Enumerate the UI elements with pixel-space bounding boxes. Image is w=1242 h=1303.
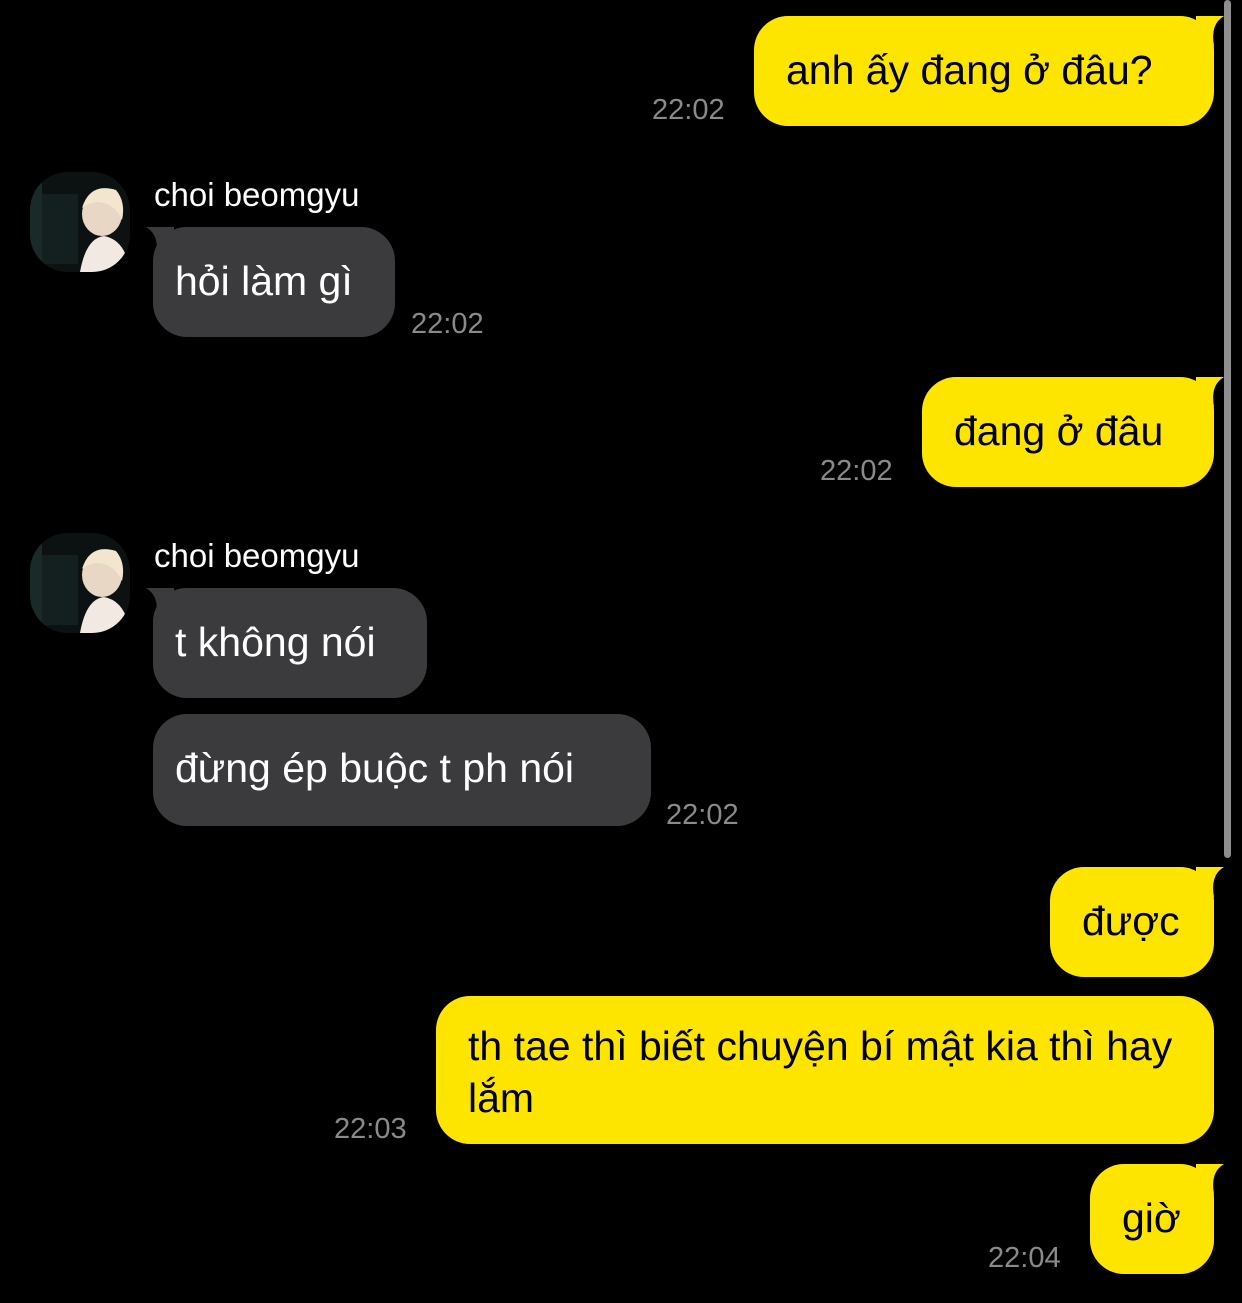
message-bubble-outgoing[interactable]: được (1050, 867, 1214, 977)
message-timestamp: 22:04 (988, 1242, 1061, 1274)
message-text: giờ (1122, 1195, 1181, 1241)
message-text: t không nói (175, 619, 376, 665)
chat-scrollbar[interactable] (1224, 0, 1231, 858)
bubble-tail (1196, 16, 1224, 46)
message-timestamp: 22:02 (652, 94, 725, 126)
bubble-tail (1196, 377, 1224, 407)
message-timestamp: 22:02 (666, 799, 739, 831)
message-text: đang ở đâu (954, 408, 1164, 454)
message-text: đừng ép buộc t ph nói (175, 745, 575, 791)
message-text: anh ấy đang ở đâu? (786, 47, 1153, 93)
message-timestamp: 22:02 (820, 455, 893, 487)
bubble-tail (146, 227, 174, 257)
profile-photo-icon (30, 172, 130, 272)
message-bubble-incoming[interactable]: đừng ép buộc t ph nói (153, 714, 651, 826)
sender-name: choi beomgyu (154, 176, 360, 213)
message-bubble-outgoing[interactable]: anh ấy đang ở đâu? (754, 16, 1214, 126)
bubble-tail (146, 588, 174, 618)
bubble-tail (1196, 867, 1224, 897)
message-bubble-incoming[interactable]: t không nói (153, 588, 427, 698)
avatar[interactable] (30, 172, 130, 272)
avatar[interactable] (30, 533, 130, 633)
message-bubble-outgoing[interactable]: th tae thì biết chuyện bí mật kia thì ha… (436, 996, 1214, 1144)
message-timestamp: 22:03 (334, 1113, 407, 1145)
message-bubble-incoming[interactable]: hỏi làm gì (153, 227, 395, 337)
message-text: được (1082, 898, 1180, 944)
bubble-tail (1196, 1164, 1224, 1194)
profile-photo-icon (30, 533, 130, 633)
message-text: th tae thì biết chuyện bí mật kia thì ha… (468, 1023, 1173, 1121)
message-text: hỏi làm gì (175, 258, 353, 304)
message-timestamp: 22:02 (411, 308, 484, 340)
message-bubble-outgoing[interactable]: đang ở đâu (922, 377, 1214, 487)
sender-name: choi beomgyu (154, 537, 360, 574)
